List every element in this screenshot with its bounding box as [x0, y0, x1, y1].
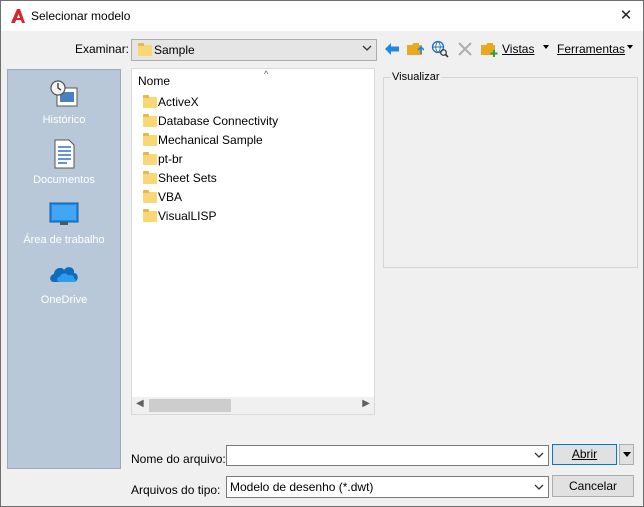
- tools-menu-button[interactable]: Ferramentas: [557, 42, 625, 56]
- list-item-label: VisualLISP: [158, 209, 217, 223]
- list-item[interactable]: Sheet Sets: [142, 169, 368, 188]
- filetype-label: Arquivos do tipo:: [131, 483, 221, 497]
- file-list[interactable]: ^ Nome ActiveX Database Connectivity Mec…: [131, 68, 375, 415]
- list-item-label: VBA: [158, 190, 183, 204]
- list-item-label: Database Connectivity: [158, 114, 279, 128]
- horizontal-scrollbar[interactable]: ◀ ▶: [132, 397, 374, 414]
- autocad-app-icon: [11, 9, 25, 23]
- list-item-label: pt-br: [158, 152, 183, 166]
- look-in-combo[interactable]: Sample: [131, 39, 377, 61]
- list-item[interactable]: VBA: [142, 188, 368, 207]
- chevron-down-icon: [362, 45, 372, 51]
- list-item[interactable]: ActiveX: [142, 93, 368, 112]
- chevron-down-icon[interactable]: [534, 450, 544, 460]
- folder-icon: [143, 171, 157, 184]
- filename-label: Nome do arquivo:: [131, 452, 226, 466]
- select-template-dialog: Selecionar modelo ✕ Examinar: Sample Vis…: [0, 0, 644, 507]
- back-arrow-icon[interactable]: [383, 40, 401, 58]
- filetype-value: Modelo de desenho (*.dwt): [230, 480, 374, 494]
- list-item-label: Sheet Sets: [158, 171, 217, 185]
- list-item-label: Mechanical Sample: [158, 133, 263, 147]
- scroll-left-icon[interactable]: ◀: [136, 398, 144, 409]
- folder-icon: [143, 114, 157, 127]
- open-options-dropdown[interactable]: [619, 444, 634, 465]
- views-menu-button[interactable]: Vistas: [502, 42, 534, 56]
- documents-icon: [54, 139, 75, 169]
- place-documents-label: Documentos: [33, 174, 95, 186]
- filetype-select[interactable]: Modelo de desenho (*.dwt): [226, 476, 549, 498]
- look-in-value: Sample: [154, 43, 195, 57]
- folder-icon: [143, 190, 157, 203]
- filename-input[interactable]: [227, 446, 533, 463]
- views-label: Vistas: [502, 42, 535, 56]
- list-item[interactable]: VisualLISP: [142, 207, 368, 226]
- sort-ascending-icon: ^: [264, 69, 269, 79]
- scroll-right-icon[interactable]: ▶: [362, 398, 370, 409]
- tools-label: Ferramentas: [557, 42, 626, 56]
- folder-up-icon[interactable]: [406, 40, 424, 58]
- place-desktop[interactable]: Área de trabalho: [8, 194, 120, 254]
- search-web-icon[interactable]: [431, 40, 449, 58]
- new-folder-icon[interactable]: [480, 40, 498, 58]
- place-onedrive[interactable]: OneDrive: [8, 254, 120, 314]
- folder-icon: [143, 209, 157, 222]
- places-bar: Histórico Documentos Área de trabalho On…: [7, 69, 121, 469]
- open-button[interactable]: Abrir: [552, 444, 617, 465]
- folder-icon: [138, 43, 152, 56]
- views-dropdown-arrow-icon[interactable]: [543, 45, 549, 49]
- place-onedrive-label: OneDrive: [40, 294, 88, 306]
- list-item[interactable]: Mechanical Sample: [142, 131, 368, 150]
- list-item-label: ActiveX: [158, 95, 199, 109]
- chevron-down-icon: [534, 484, 544, 490]
- folder-icon: [143, 133, 157, 146]
- open-label: Abrir: [571, 447, 598, 461]
- window-title: Selecionar modelo: [31, 9, 131, 23]
- history-icon: [50, 80, 78, 107]
- desktop-icon: [49, 202, 79, 225]
- place-desktop-label: Área de trabalho: [23, 234, 105, 246]
- column-header-name[interactable]: Nome: [138, 74, 170, 88]
- place-history[interactable]: Histórico: [8, 74, 120, 134]
- onedrive-icon: [50, 267, 78, 282]
- delete-icon[interactable]: [456, 40, 474, 58]
- close-button[interactable]: ✕: [615, 5, 637, 27]
- list-item[interactable]: pt-br: [142, 150, 368, 169]
- place-history-label: Histórico: [42, 114, 86, 126]
- cancel-button[interactable]: Cancelar: [552, 475, 634, 497]
- preview-label: Visualizar: [391, 71, 441, 83]
- preview-panel: [383, 77, 638, 268]
- folder-icon: [143, 152, 157, 165]
- look-in-label: Examinar:: [75, 42, 130, 56]
- title-bar: Selecionar modelo ✕: [1, 1, 643, 31]
- place-documents[interactable]: Documentos: [8, 134, 120, 194]
- tools-dropdown-arrow-icon[interactable]: [627, 45, 633, 49]
- scrollbar-thumb[interactable]: [149, 399, 231, 412]
- filename-field[interactable]: [226, 445, 549, 466]
- list-item[interactable]: Database Connectivity: [142, 112, 368, 131]
- folder-icon: [143, 95, 157, 108]
